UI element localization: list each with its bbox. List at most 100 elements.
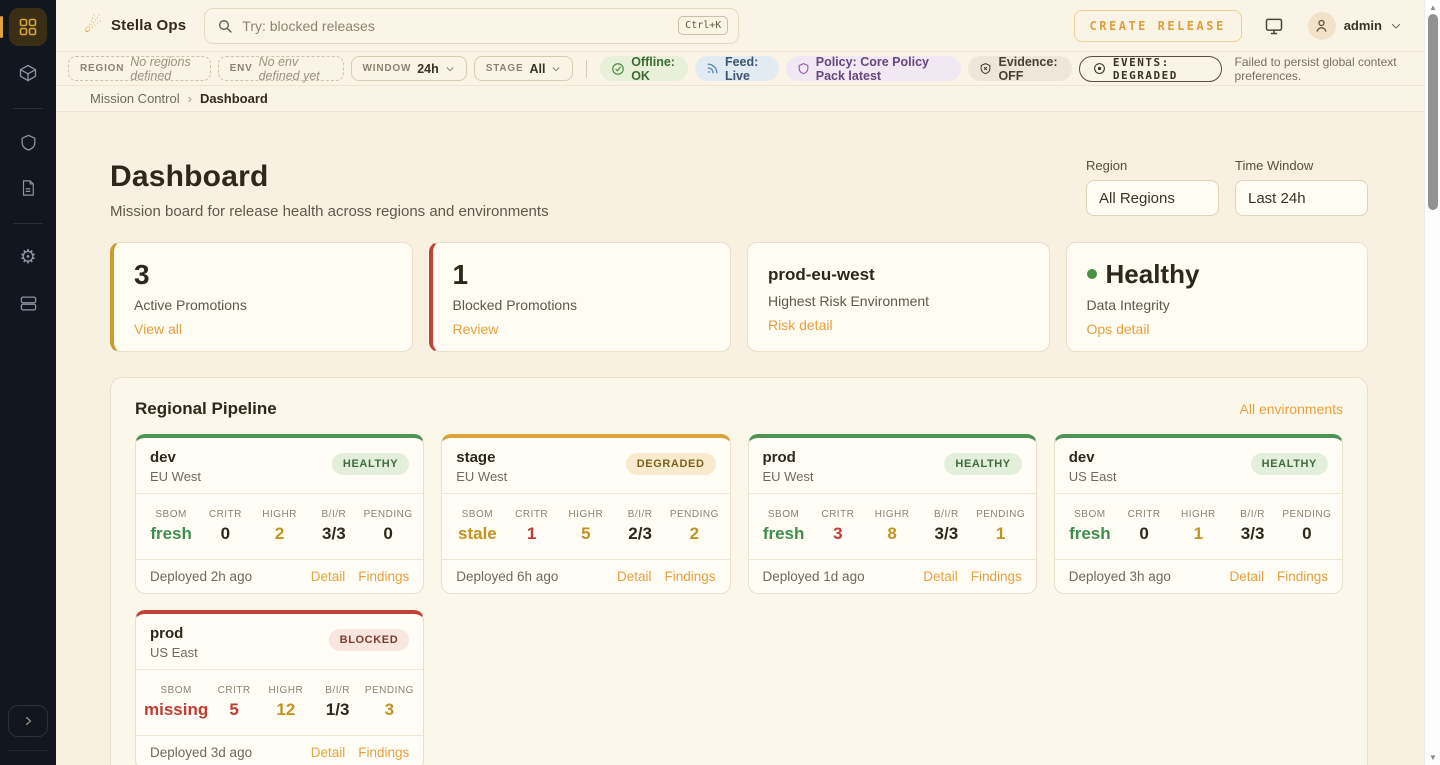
divider (586, 60, 587, 78)
gear-icon: ⚙ (19, 248, 36, 267)
detail-link[interactable]: Detail (311, 569, 346, 584)
deployed-time: Deployed 6h ago (456, 569, 558, 584)
stat-label: HIGHR (260, 685, 312, 696)
panel-title: Regional Pipeline (135, 399, 277, 419)
summary-link[interactable]: Ops detail (1087, 321, 1150, 337)
stat-label: SBOM (450, 509, 504, 520)
environment-name: dev (150, 449, 201, 466)
search-input[interactable] (242, 18, 669, 34)
stat-b-i-r: B/I/R3/3 (1226, 504, 1280, 549)
stat-pending: PENDING2 (667, 504, 721, 549)
scroll-down-arrow[interactable]: ▼ (1425, 753, 1440, 762)
user-menu[interactable]: admin (1308, 12, 1402, 40)
summary-link[interactable]: View all (134, 321, 182, 337)
findings-link[interactable]: Findings (971, 569, 1022, 584)
breadcrumb-mission-control[interactable]: Mission Control (90, 91, 180, 106)
shield-icon (19, 133, 38, 152)
stat-label: SBOM (757, 509, 811, 520)
stat-value: 2/3 (613, 524, 667, 544)
create-release-button[interactable]: CREATE RELEASE (1074, 10, 1242, 42)
window-filter[interactable]: WINDOW 24h (351, 56, 467, 81)
status-label: Feed: Live (725, 55, 768, 83)
filter-value: No env defined yet (259, 55, 332, 83)
stat-value: 8 (865, 524, 919, 544)
filter-value: 24h (417, 62, 439, 76)
detail-link[interactable]: Detail (923, 569, 958, 584)
sidebar-item-dashboard[interactable] (9, 8, 47, 46)
sidebar-item-releases[interactable] (9, 54, 47, 92)
environment-name: dev (1069, 449, 1117, 466)
stat-highr: HIGHR5 (559, 504, 613, 549)
chevron-right-icon (22, 715, 34, 727)
stat-b-i-r: B/I/R3/3 (307, 504, 361, 549)
stage-filter[interactable]: STAGE All (474, 56, 574, 81)
stat-value: 0 (198, 524, 252, 544)
stat-highr: HIGHR8 (865, 504, 919, 549)
status-badge: HEALTHY (332, 453, 409, 475)
stat-value: 5 (559, 524, 613, 544)
stat-value: 3 (364, 700, 416, 720)
region-filter[interactable]: REGION No regions defined (68, 56, 211, 81)
sidebar-item-settings[interactable]: ⚙ (9, 238, 47, 276)
comet-logo-icon: ☄ (84, 16, 102, 36)
stat-pending: PENDING0 (1280, 504, 1334, 549)
detail-link[interactable]: Detail (311, 745, 346, 760)
shield-icon (797, 62, 810, 75)
check-circle-icon (611, 62, 625, 76)
status-badge: HEALTHY (1251, 453, 1328, 475)
rss-icon (706, 62, 719, 75)
sidebar-item-documents[interactable] (9, 169, 47, 207)
env-filter[interactable]: ENV No env defined yet (218, 56, 344, 81)
stat-value: 12 (260, 700, 312, 720)
scrollbar-thumb[interactable] (1428, 14, 1438, 210)
environment-region: EU West (150, 469, 201, 484)
breadcrumb: Mission Control › Dashboard (56, 86, 1424, 112)
detail-link[interactable]: Detail (617, 569, 652, 584)
stat-critr: CRITR0 (198, 504, 252, 549)
environment-card: stage EU West DEGRADED SBOMstaleCRITR1HI… (441, 434, 730, 594)
summary-card: Healthy Data Integrity Ops detail (1066, 242, 1369, 352)
stat-label: B/I/R (1226, 509, 1280, 520)
shortcut-badge: Ctrl+K (678, 16, 728, 35)
events-degraded-badge[interactable]: EVENTS: DEGRADED (1079, 56, 1222, 82)
stat-sbom: SBOMfresh (757, 504, 811, 549)
findings-link[interactable]: Findings (358, 745, 409, 760)
sidebar-item-infrastructure[interactable] (9, 284, 47, 322)
package-icon (18, 63, 38, 83)
deployed-time: Deployed 2h ago (150, 569, 252, 584)
findings-link[interactable]: Findings (664, 569, 715, 584)
app-logo[interactable]: ☄ Stella Ops (84, 16, 186, 36)
deployed-time: Deployed 3h ago (1069, 569, 1171, 584)
display-mode-button[interactable] (1264, 16, 1284, 36)
summary-value: prod-eu-west (768, 260, 1029, 285)
monitor-icon (1264, 16, 1284, 36)
policy-status-pill: Policy: Core Policy Pack latest (786, 56, 962, 81)
chevron-down-icon (551, 64, 561, 74)
health-dot (1087, 269, 1097, 279)
sidebar-item-security[interactable] (9, 123, 47, 161)
detail-link[interactable]: Detail (1229, 569, 1264, 584)
stat-highr: HIGHR1 (1171, 504, 1225, 549)
avatar (1308, 12, 1336, 40)
time-window-select[interactable]: Last 24h (1235, 180, 1368, 216)
sidebar-expand-button[interactable] (8, 705, 48, 737)
environment-cards: dev EU West HEALTHY SBOMfreshCRITR0HIGHR… (135, 434, 1343, 765)
summary-link[interactable]: Risk detail (768, 317, 833, 333)
status-label: Evidence: OFF (998, 55, 1060, 83)
summary-card: 3 Active Promotions View all (110, 242, 413, 352)
all-environments-link[interactable]: All environments (1240, 401, 1344, 417)
findings-link[interactable]: Findings (358, 569, 409, 584)
stat-value: missing (144, 700, 208, 720)
stat-highr: HIGHR2 (253, 504, 307, 549)
page-subtitle: Mission board for release health across … (110, 203, 549, 220)
global-search[interactable]: Ctrl+K (204, 8, 739, 44)
summary-link[interactable]: Review (453, 321, 499, 337)
regional-pipeline-panel: Regional Pipeline All environments dev E… (110, 377, 1368, 765)
stat-critr: CRITR1 (505, 504, 559, 549)
filter-label: ENV (230, 63, 253, 74)
scroll-up-arrow[interactable]: ▲ (1425, 3, 1440, 12)
stat-b-i-r: B/I/R1/3 (312, 680, 364, 725)
findings-link[interactable]: Findings (1277, 569, 1328, 584)
region-select[interactable]: All Regions (1086, 180, 1219, 216)
stat-pending: PENDING1 (974, 504, 1028, 549)
